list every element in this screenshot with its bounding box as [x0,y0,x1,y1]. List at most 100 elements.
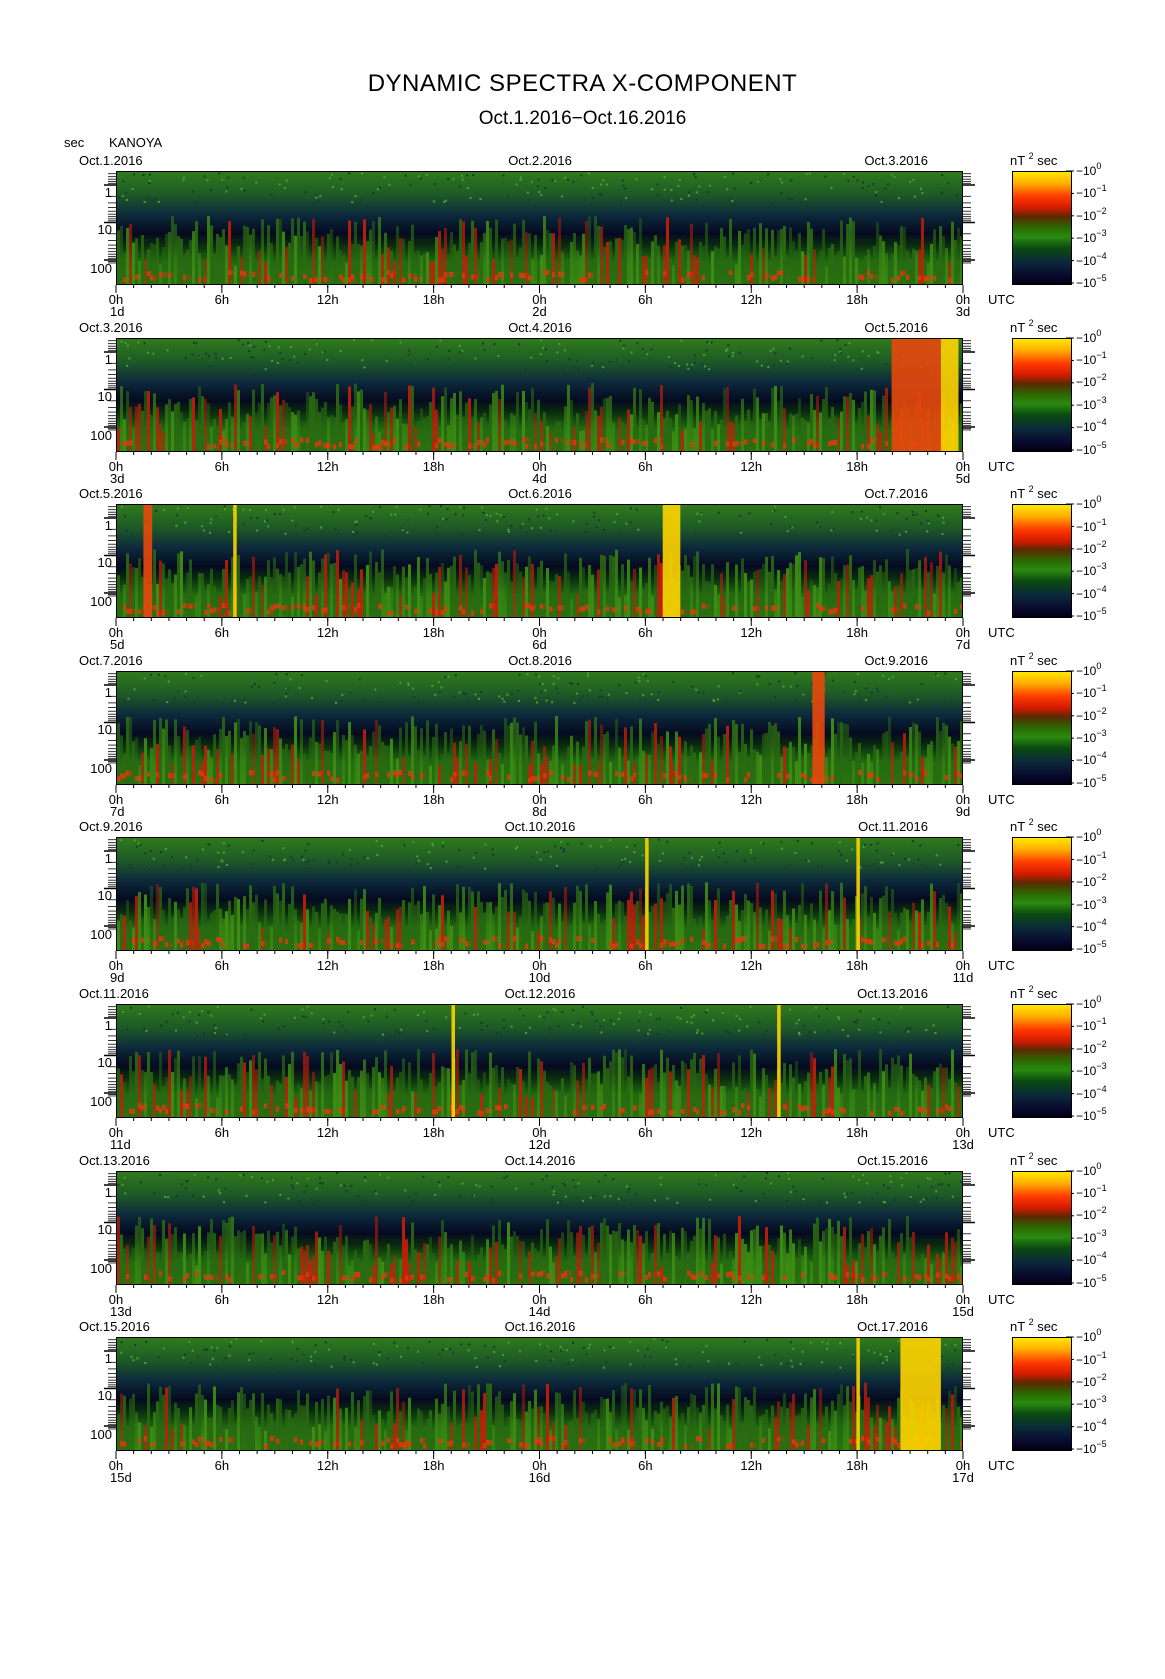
colorbar-tick-base: −10 [1076,442,1097,457]
day-label-left: 7d [110,803,125,819]
colorbar-tick-base: −10 [1076,897,1097,912]
colorbar-tick-base: −10 [1076,352,1097,367]
colorbar-unit-suffix: sec [1037,319,1058,335]
colorbar-tick-label: −10−5 [1076,1273,1107,1289]
x-tick-label: 6h [638,458,653,474]
colorbar-tick-base: −10 [1076,1041,1097,1056]
colorbar-tick-base: −10 [1076,330,1097,345]
colorbar-tick-exp: 0 [1096,1160,1102,1171]
colorbar-unit-suffix: sec [1037,986,1058,1001]
colorbar-tick-label: −10−3 [1076,229,1107,245]
colorbar-tick-exp: 0 [1096,1327,1102,1338]
y-tick-label: 1 [104,684,112,700]
axis-ticks [104,170,1074,293]
x-tick-label: 18h [846,791,868,807]
colorbar-unit-exp: 2 [1028,1317,1034,1328]
day-label-mid: 8d [532,803,547,819]
x-tick-label: 6h [214,292,230,307]
colorbar-tick-base: −10 [1076,830,1097,845]
y-tick-label: 1 [104,1018,112,1033]
colorbar [1012,337,1072,452]
colorbar-tick-label: −10−2 [1076,873,1107,889]
x-tick-label: 12h [740,458,763,474]
colorbar-tick-label: −100 [1076,828,1101,845]
colorbar-tick-exp: −5 [1096,273,1107,283]
colorbar-unit: nT 2 sec [1010,152,1057,168]
colorbar-tick-base: −10 [1076,420,1097,435]
colorbar-unit-exp: 2 [1028,317,1034,328]
colorbar-tick-exp: −1 [1096,1349,1107,1360]
colorbar-tick-base: −10 [1076,1419,1097,1434]
colorbar-tick-label: −100 [1076,495,1101,512]
colorbar-unit: nT 2 sec [1010,817,1057,834]
colorbar-unit: nT 2 sec [1010,651,1058,668]
colorbar-tick-exp: −4 [1096,250,1107,261]
colorbar-unit-exp: 2 [1028,817,1034,828]
day-label-left: 3d [110,470,125,486]
colorbar-tick-exp: −1 [1096,683,1107,694]
x-axis-unit: UTC [988,1125,1015,1140]
axis-ticks [104,836,1074,960]
colorbar-unit-suffix: sec [1037,652,1058,668]
colorbar-tick-base: −10 [1076,686,1097,701]
colorbar-tick-label: −10−2 [1076,706,1107,723]
colorbar-tick-label: −10−2 [1076,1372,1107,1388]
y-unit-label: sec [64,135,85,150]
colorbar-tick-label: −10−5 [1076,773,1107,789]
y-tick-label: 1 [104,851,112,867]
colorbar-tick-exp: 0 [1096,827,1102,838]
x-tick-label: 18h [422,458,445,474]
colorbar-tick-exp: 0 [1096,161,1102,171]
x-axis-unit: UTC [988,958,1015,974]
colorbar-tick-label: −10−4 [1076,1084,1107,1100]
day-label-mid: 16d [528,1470,551,1486]
day-label-mid: 12d [528,1137,551,1152]
colorbar-tick-base: −10 [1076,1064,1097,1079]
colorbar-tick-exp: −4 [1096,1250,1107,1261]
colorbar-tick-base: −10 [1076,497,1097,512]
colorbar-tick-exp: −5 [1096,939,1107,950]
day-label-mid: 14d [528,1303,551,1319]
day-label-right: 9d [955,803,971,819]
colorbar [1012,504,1072,619]
y-tick-label: 10 [97,1388,112,1404]
axis-ticks [104,1003,1074,1126]
day-label-left: 1d [110,304,125,319]
x-tick-label: 6h [638,292,653,307]
x-tick-label: 12h [740,292,763,307]
x-axis-unit: UTC [988,1291,1015,1307]
colorbar-tick-base: −10 [1076,708,1097,723]
colorbar-tick-label: −10−1 [1076,350,1107,367]
day-label-left: 9d [110,970,125,986]
x-tick-label: 12h [316,1291,339,1307]
day-label-right: 7d [955,637,971,653]
station-label: KANOYA [109,135,163,150]
x-tick-label: 6h [638,1458,653,1474]
colorbar-tick-exp: −3 [1096,1061,1107,1072]
colorbar-tick-base: −10 [1076,519,1097,534]
colorbar-tick-exp: −1 [1096,349,1107,360]
colorbar-tick-exp: −2 [1096,205,1107,216]
colorbar-unit: nT 2 sec [1010,317,1058,335]
day-label-right: 13d [952,1137,974,1152]
colorbar-unit: nT 2 sec [1010,1317,1057,1334]
colorbar-tick-base: −10 [1076,1208,1097,1223]
x-tick-label: 18h [846,1458,868,1474]
colorbar-tick-exp: −4 [1096,1083,1107,1094]
x-tick-label: 18h [422,958,445,974]
x-tick-label: 6h [638,1125,653,1140]
y-tick-label: 1 [104,1351,112,1367]
y-tick-label: 10 [97,222,112,237]
colorbar-tick-exp: −1 [1096,1016,1107,1027]
x-tick-label: 6h [214,1125,230,1140]
colorbar-tick-label: −10−3 [1076,562,1107,578]
colorbar-tick-base: −10 [1076,1397,1097,1412]
colorbar-tick-label: −10−1 [1076,1183,1107,1199]
colorbar-tick-base: −10 [1076,276,1097,290]
colorbar-tick-label: −10−2 [1076,206,1107,222]
colorbar-unit-exp: 2 [1028,1150,1034,1161]
colorbar-tick-label: −10−1 [1076,1350,1107,1366]
colorbar-tick-exp: 0 [1096,327,1102,338]
colorbar-tick-base: −10 [1076,942,1097,957]
x-tick-label: 12h [316,458,339,474]
